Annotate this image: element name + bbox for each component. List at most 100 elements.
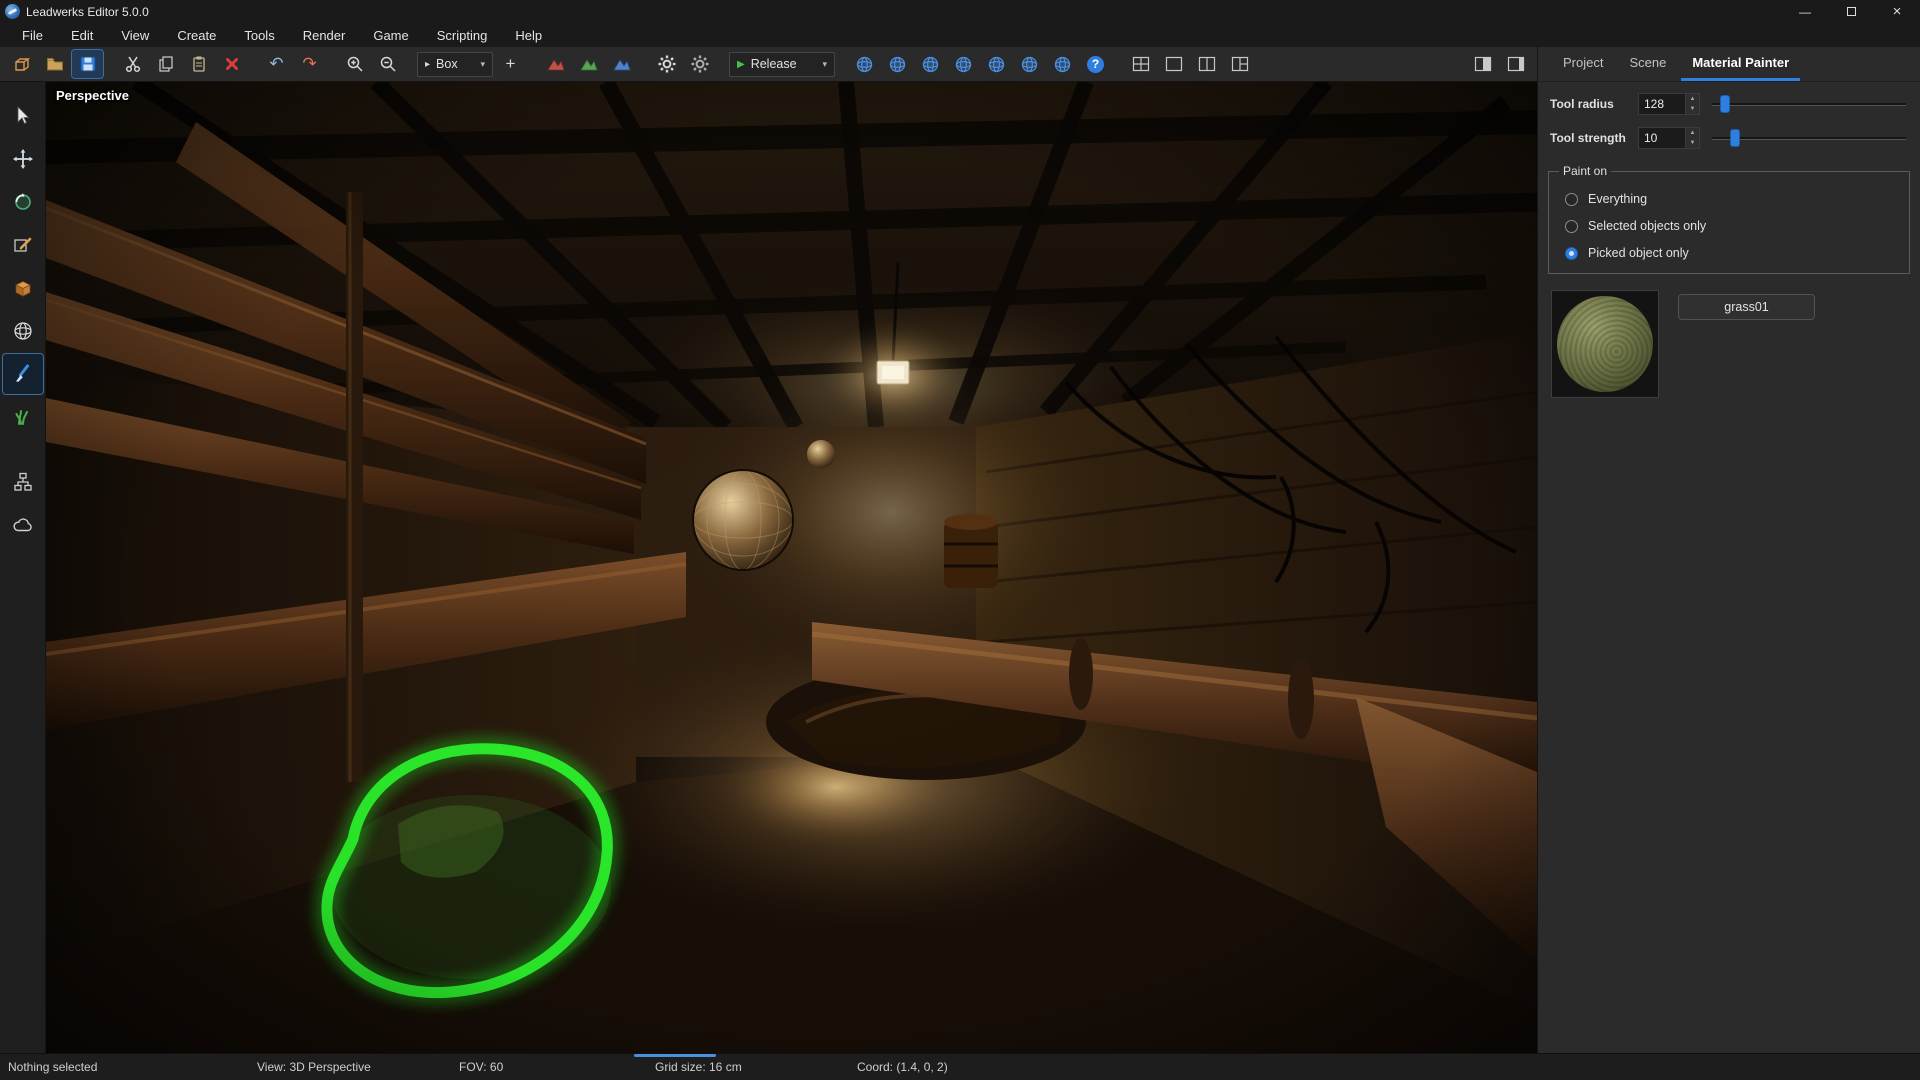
radio-circle[interactable]	[1565, 193, 1578, 206]
tool-radius-input[interactable]	[1638, 93, 1686, 115]
terrain-blue-button[interactable]	[606, 50, 637, 78]
radio-selected-objects[interactable]: Selected objects only	[1565, 218, 1901, 234]
radio-picked-object[interactable]: Picked object only	[1565, 245, 1901, 261]
maximize-button[interactable]	[1828, 0, 1874, 23]
menu-scripting[interactable]: Scripting	[423, 23, 502, 47]
tab-material-painter[interactable]: Material Painter	[1681, 47, 1800, 81]
box-tool-button[interactable]	[3, 268, 43, 308]
toggle-side-panel-button[interactable]	[1467, 50, 1498, 78]
menu-game[interactable]: Game	[359, 23, 422, 47]
material-name-chip[interactable]: grass01	[1678, 294, 1815, 320]
tab-scene[interactable]: Scene	[1618, 47, 1677, 81]
menu-render[interactable]: Render	[289, 23, 360, 47]
layout-split-vertical-button[interactable]	[1191, 50, 1222, 78]
material-thumbnail[interactable]	[1551, 290, 1659, 398]
spinner-down-icon[interactable]: ▼	[1686, 104, 1699, 114]
move-tool-button[interactable]	[3, 139, 43, 179]
rotate-icon	[12, 191, 34, 213]
layout-split-right-button[interactable]	[1224, 50, 1255, 78]
globe-toggle-2[interactable]	[882, 50, 913, 78]
spinner-up-icon[interactable]: ▲	[1686, 128, 1699, 138]
grass-texture-preview	[1557, 296, 1653, 392]
menu-tools[interactable]: Tools	[230, 23, 288, 47]
radio-circle-selected[interactable]	[1565, 247, 1578, 260]
tool-radius-spinner[interactable]: ▲ ▼	[1686, 93, 1700, 115]
rotate-tool-button[interactable]	[3, 182, 43, 222]
slider-track[interactable]	[1712, 137, 1906, 140]
zoom-in-button[interactable]	[339, 50, 370, 78]
settings-button[interactable]	[651, 50, 682, 78]
tool-strength-slider[interactable]	[1712, 127, 1910, 149]
terrain-red-button[interactable]	[540, 50, 571, 78]
paint-on-group: Paint on Everything Selected objects onl…	[1548, 164, 1910, 274]
paint-tool-button[interactable]	[3, 354, 43, 394]
globe-toggle-1[interactable]	[849, 50, 880, 78]
layout-quad-icon	[1131, 54, 1151, 74]
help-button[interactable]: ?	[1080, 50, 1111, 78]
open-button[interactable]	[39, 50, 70, 78]
slider-thumb[interactable]	[1730, 129, 1740, 147]
globe-icon	[921, 55, 940, 74]
layout-split-vertical-icon	[1197, 54, 1217, 74]
select-tool-button[interactable]	[3, 96, 43, 136]
layout-split-right-icon	[1230, 54, 1250, 74]
tool-strength-row: Tool strength ▲ ▼	[1550, 126, 1910, 150]
terrain-green-button[interactable]	[573, 50, 604, 78]
globe-toggle-6[interactable]	[1014, 50, 1045, 78]
undo-button[interactable]: ↶	[261, 50, 292, 78]
save-button[interactable]	[72, 50, 103, 78]
slider-track[interactable]	[1712, 103, 1906, 106]
layout-quad-button[interactable]	[1125, 50, 1156, 78]
spinner-up-icon[interactable]: ▲	[1686, 94, 1699, 104]
paste-button[interactable]	[183, 50, 214, 78]
cut-button[interactable]	[117, 50, 148, 78]
hierarchy-tool-button[interactable]	[3, 462, 43, 502]
delete-button[interactable]	[216, 50, 247, 78]
copy-button[interactable]	[150, 50, 181, 78]
menu-edit[interactable]: Edit	[57, 23, 107, 47]
new-button[interactable]	[6, 50, 37, 78]
redo-button[interactable]: ↷	[294, 50, 325, 78]
toggle-right-bar-button[interactable]	[1500, 50, 1531, 78]
menu-view[interactable]: View	[107, 23, 163, 47]
zoom-out-button[interactable]	[372, 50, 403, 78]
globe-toggle-5[interactable]	[981, 50, 1012, 78]
radio-everything[interactable]: Everything	[1565, 191, 1901, 207]
tab-project[interactable]: Project	[1552, 47, 1614, 81]
globe-toggle-3[interactable]	[915, 50, 946, 78]
sphere-tool-button[interactable]	[3, 311, 43, 351]
minimize-button[interactable]: —	[1782, 0, 1828, 23]
cursor-icon	[12, 105, 34, 127]
add-primitive-button[interactable]: +	[495, 50, 526, 78]
cloud-tool-button[interactable]	[3, 505, 43, 545]
radio-circle[interactable]	[1565, 220, 1578, 233]
copy-icon	[156, 54, 176, 74]
radio-label: Selected objects only	[1588, 219, 1706, 233]
status-coord: Coord: (1.4, 0, 2)	[857, 1054, 948, 1080]
spinner-down-icon[interactable]: ▼	[1686, 138, 1699, 148]
build-config-dropdown[interactable]: ▶ Release ▾	[729, 52, 835, 77]
undo-icon: ↶	[269, 54, 283, 74]
menu-create[interactable]: Create	[163, 23, 230, 47]
tab-label: Scene	[1629, 55, 1666, 70]
face-edit-tool-button[interactable]	[3, 225, 43, 265]
tool-radius-label: Tool radius	[1550, 97, 1638, 111]
titlebar: Leadwerks Editor 5.0.0 — ×	[0, 0, 1920, 23]
globe-toggle-4[interactable]	[948, 50, 979, 78]
menu-file[interactable]: File	[8, 23, 57, 47]
world-settings-button[interactable]	[684, 50, 715, 78]
slider-thumb[interactable]	[1720, 95, 1730, 113]
tool-strength-input[interactable]	[1638, 127, 1686, 149]
close-button[interactable]: ×	[1874, 0, 1920, 23]
tool-radius-slider[interactable]	[1712, 93, 1910, 115]
vegetation-tool-button[interactable]	[3, 397, 43, 437]
layout-single-button[interactable]	[1158, 50, 1189, 78]
tool-strength-spinner[interactable]: ▲ ▼	[1686, 127, 1700, 149]
statusbar: Nothing selected View: 3D Perspective FO…	[0, 1053, 1920, 1080]
primitive-dropdown[interactable]: ▸ Box ▾	[417, 52, 493, 77]
menu-help[interactable]: Help	[501, 23, 556, 47]
globe-toggle-7[interactable]	[1047, 50, 1078, 78]
viewport-3d[interactable]: Perspective	[46, 82, 1537, 1053]
folder-icon	[45, 54, 65, 74]
globe-icon	[1020, 55, 1039, 74]
